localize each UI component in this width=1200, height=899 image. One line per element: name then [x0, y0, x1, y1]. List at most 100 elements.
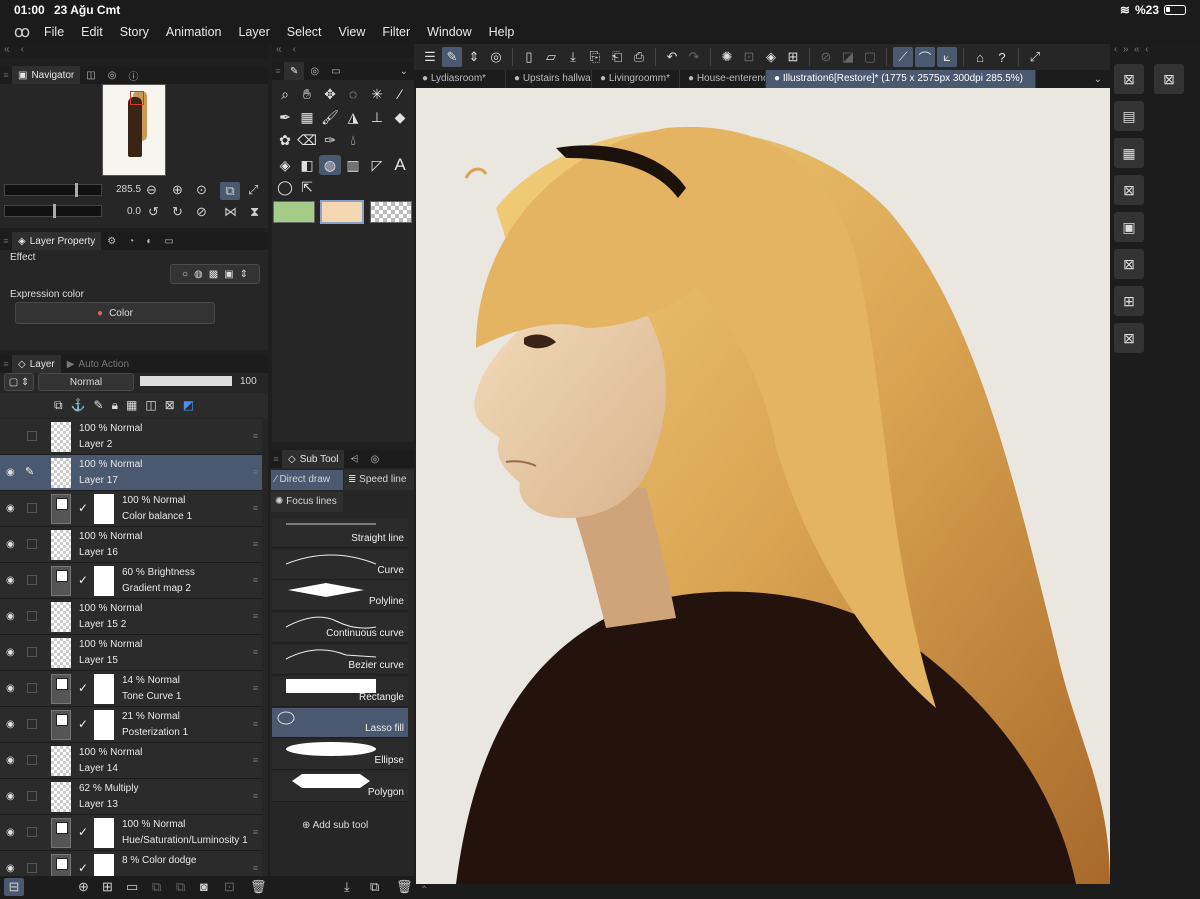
- new-folder-icon[interactable]: ▭: [126, 879, 138, 895]
- lock-toggle[interactable]: [27, 647, 37, 657]
- tab-tool[interactable]: ✎: [284, 62, 305, 80]
- navigator-preview[interactable]: [102, 84, 166, 176]
- layer-row[interactable]: ◉ 100 % Normal Layer 16 ≡: [0, 527, 262, 563]
- group-focus-lines[interactable]: ✺ Focus lines: [271, 492, 343, 512]
- lock-toggle[interactable]: [27, 611, 37, 621]
- text-tool-icon[interactable]: A: [389, 155, 411, 175]
- eye-icon[interactable]: ◉: [6, 575, 18, 586]
- layer-row[interactable]: ◉ ✓ 21 % Normal Posterization 1 ≡: [0, 707, 262, 743]
- redo-icon[interactable]: ↷: [684, 47, 704, 67]
- menu-edit[interactable]: Edit: [81, 25, 103, 39]
- lock-toggle[interactable]: [27, 791, 37, 801]
- tab-layer-property[interactable]: ◈ Layer Property: [12, 232, 102, 250]
- app-logo-icon[interactable]: ꝏ: [0, 22, 44, 42]
- main-color-swatch[interactable]: [273, 201, 315, 223]
- lock-layer-icon[interactable]: 🔒︎: [112, 398, 118, 413]
- lock-toggle[interactable]: [27, 827, 37, 837]
- eye-icon[interactable]: ◉: [6, 647, 18, 658]
- layer-drag-handle-icon[interactable]: ≡: [253, 791, 258, 801]
- sub-tool-duplicate-icon[interactable]: ⧉: [370, 879, 379, 895]
- sub-tool-item[interactable]: Curve: [272, 549, 408, 580]
- close-panel-icon[interactable]: ⊠: [1114, 175, 1144, 205]
- eye-icon[interactable]: ◉: [6, 827, 18, 838]
- eye-icon[interactable]: ◉: [6, 683, 18, 694]
- effect-stepper-icon[interactable]: ⇕: [240, 269, 248, 280]
- learn-icon[interactable]: ⌂: [970, 47, 990, 67]
- layer-row[interactable]: ◉ ✓ 60 % Brightness Gradient map 2 ≡: [0, 563, 262, 599]
- rotation-slider[interactable]: [4, 204, 102, 218]
- lock-toggle[interactable]: [27, 539, 37, 549]
- image-panel-icon[interactable]: ▣: [1114, 212, 1144, 242]
- layer-drag-handle-icon[interactable]: ≡: [253, 827, 258, 837]
- zoom-out-icon[interactable]: ⊖: [146, 182, 157, 198]
- transform-icon[interactable]: ⊞: [783, 47, 803, 67]
- close-panel-icon[interactable]: ⊠: [1154, 64, 1184, 94]
- layer-drag-handle-icon[interactable]: ≡: [253, 683, 258, 693]
- layer-drag-handle-icon[interactable]: ≡: [253, 575, 258, 585]
- panel-gripper-icon[interactable]: ≡: [0, 70, 12, 80]
- sub-tool-delete-icon[interactable]: 🗑︎: [396, 879, 413, 895]
- fullscreen-icon[interactable]: ⤢: [1025, 47, 1045, 67]
- clear-icon[interactable]: ⊡: [739, 47, 759, 67]
- new-raster-layer-icon[interactable]: ⊕: [78, 879, 89, 895]
- layer-mask-icon[interactable]: ◙: [200, 879, 208, 894]
- eye-icon[interactable]: ◉: [6, 467, 18, 478]
- menu-file[interactable]: File: [44, 25, 64, 39]
- left-dock-collapse[interactable]: « ‹: [0, 44, 268, 58]
- sub-tool-item[interactable]: Polyline: [272, 581, 408, 612]
- layer-view-toggle-icon[interactable]: ⊟: [4, 878, 24, 896]
- sub-color-swatch[interactable]: [320, 200, 364, 224]
- tab-auto-action[interactable]: ▶ Auto Action: [61, 355, 135, 373]
- fill-bucket-icon[interactable]: ◈: [761, 47, 781, 67]
- pencil-icon[interactable]: ✎: [25, 465, 34, 478]
- loading-icon[interactable]: ✺: [717, 47, 737, 67]
- help-icon[interactable]: ?: [992, 47, 1012, 67]
- tab-color-slider[interactable]: ▭: [158, 232, 179, 250]
- lock-toggle[interactable]: [27, 431, 37, 441]
- group-direct-draw[interactable]: ⁄ Direct draw: [271, 470, 343, 490]
- eye-icon[interactable]: ◉: [6, 719, 18, 730]
- layer-row[interactable]: ◉ ✓ 100 % Normal Hue/Saturation/Luminosity …: [0, 815, 262, 851]
- menu-story[interactable]: Story: [120, 25, 149, 39]
- marker-tool-icon[interactable]: ◆: [389, 107, 411, 127]
- fit-view-icon[interactable]: ⧉: [220, 182, 240, 200]
- close-panel-icon[interactable]: ⊠: [1114, 64, 1144, 94]
- deselect-icon[interactable]: ⊘: [816, 47, 836, 67]
- panel-gripper-icon[interactable]: ≡: [270, 454, 282, 464]
- menu-filter[interactable]: Filter: [382, 25, 410, 39]
- stamp-tool-icon[interactable]: ⊥: [366, 107, 388, 127]
- eye-hidden-icon[interactable]: [6, 431, 18, 441]
- reference-layer-icon[interactable]: ⚓: [71, 398, 86, 412]
- doc-tab-3[interactable]: ● Livingroomm*: [592, 70, 680, 88]
- sub-tool-item[interactable]: Ellipse: [272, 739, 408, 770]
- panel-gripper-icon[interactable]: ≡: [272, 66, 284, 76]
- reset-rotation-icon[interactable]: ⊘: [196, 204, 207, 220]
- tab-sub-tool-3[interactable]: ◎: [364, 450, 385, 468]
- merge-down-icon[interactable]: ⧉: [152, 879, 161, 895]
- hamburger-menu-icon[interactable]: ☰: [420, 47, 440, 67]
- layer-drag-handle-icon[interactable]: ≡: [253, 503, 258, 513]
- rotate-left-icon[interactable]: ↺: [148, 204, 159, 220]
- tab-sub-tool[interactable]: ◇ Sub Tool: [282, 450, 345, 468]
- eye-icon[interactable]: ◉: [6, 539, 18, 550]
- liquify-tool-icon[interactable]: 💧︎: [342, 130, 364, 150]
- sub-tool-item[interactable]: Straight line: [272, 518, 408, 548]
- sub-tool-item[interactable]: Bezier curve: [272, 644, 408, 675]
- doc-tab-active[interactable]: ● Illustration6[Restore]* (1775 x 2575px…: [766, 70, 1036, 88]
- sub-tool-item[interactable]: Rectangle: [272, 676, 408, 707]
- save-icon[interactable]: ⤓: [563, 47, 583, 67]
- zoom-tool-icon[interactable]: ⌕: [274, 84, 296, 104]
- lock-toggle[interactable]: [27, 755, 37, 765]
- figure-tool-icon[interactable]: ◍: [319, 155, 341, 175]
- preview-viewport-frame[interactable]: [130, 91, 144, 105]
- snap-grid-icon[interactable]: ⟀: [937, 47, 957, 67]
- tab-brush-size[interactable]: ◔: [122, 232, 140, 250]
- tab-search[interactable]: ◎: [102, 66, 123, 84]
- close-panel-icon[interactable]: ⊠: [1114, 249, 1144, 279]
- expand-up-icon[interactable]: ⌃: [414, 885, 428, 896]
- transparent-color-swatch[interactable]: [370, 201, 412, 223]
- new-vector-layer-icon[interactable]: ⊞: [102, 879, 113, 895]
- layer-row[interactable]: ◉ 100 % Normal Layer 14 ≡: [0, 743, 262, 779]
- tab-info[interactable]: ⓘ: [122, 66, 144, 84]
- expression-color-select[interactable]: ● Color: [15, 302, 215, 324]
